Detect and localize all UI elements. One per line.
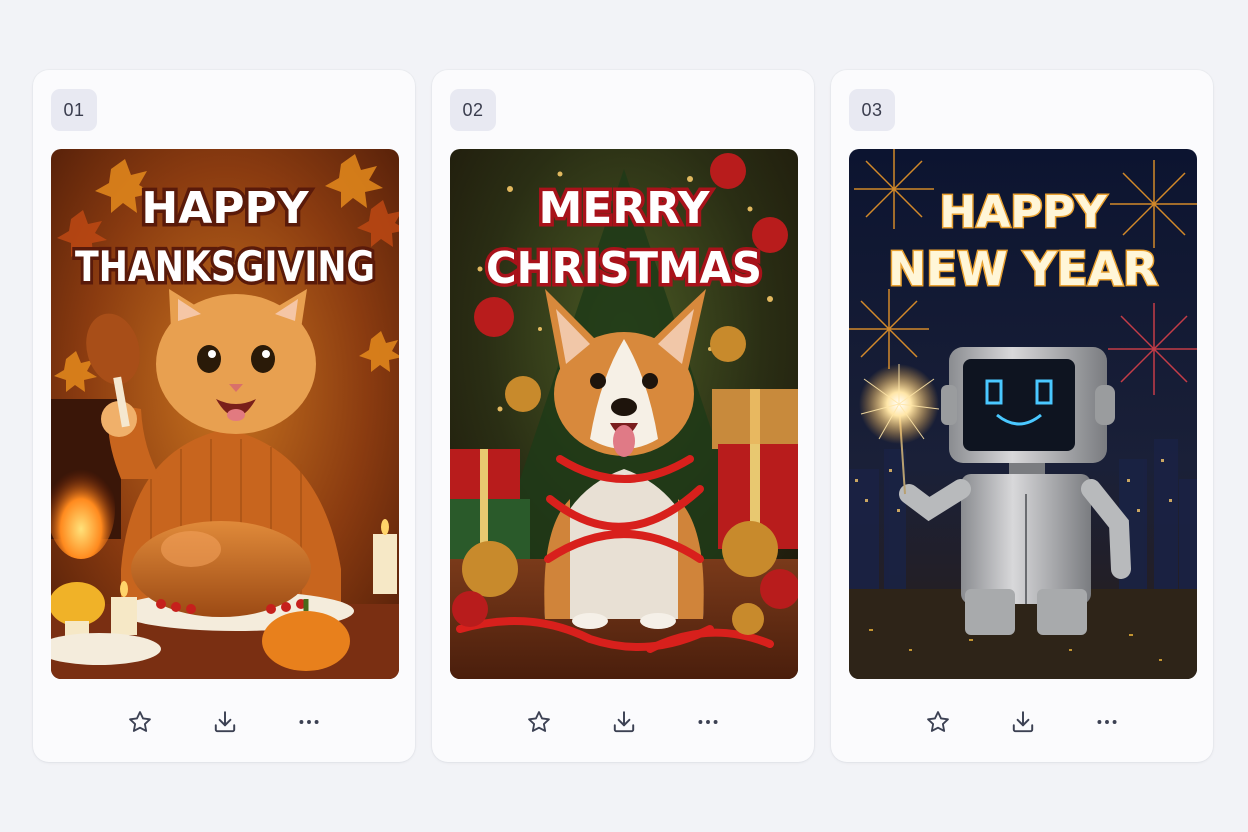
card-image-christmas-corgi[interactable]: MERRY CHRISTMAS — [450, 149, 798, 679]
greeting-line1: MERRY — [538, 183, 710, 234]
more-icon — [299, 720, 319, 724]
greeting-line2: CHRISTMAS — [486, 243, 762, 294]
greeting-line2: NEW YEAR — [888, 242, 1158, 296]
more-icon — [698, 720, 718, 724]
image-card-christmas[interactable]: 02 MERRY CHRISTMAS — [432, 70, 814, 762]
star-icon — [129, 711, 151, 732]
greeting-line1: HAPPY — [939, 187, 1107, 238]
favorite-button[interactable] — [521, 704, 557, 740]
more-options-button[interactable] — [1089, 704, 1125, 740]
greeting-line1: HAPPY — [141, 183, 309, 234]
greeting-line2: THANKSGIVING — [75, 242, 375, 291]
card-actions — [432, 704, 814, 740]
favorite-button[interactable] — [920, 704, 956, 740]
download-icon — [214, 711, 236, 733]
star-icon — [927, 711, 949, 732]
more-options-button[interactable] — [291, 704, 327, 740]
card-gallery: 01 HAPPY THANKSGIVING 02 MERRY CHRISTMAS… — [0, 0, 1248, 832]
download-icon — [613, 711, 635, 733]
card-number-badge: 03 — [849, 89, 895, 131]
card-actions — [831, 704, 1213, 740]
download-button[interactable] — [1005, 704, 1041, 740]
card-number-badge: 02 — [450, 89, 496, 131]
card-image-new-year-robot[interactable]: HAPPY NEW YEAR — [849, 149, 1197, 679]
card-actions — [33, 704, 415, 740]
more-icon — [1097, 720, 1117, 724]
star-icon — [528, 711, 550, 732]
download-button[interactable] — [207, 704, 243, 740]
card-number-badge: 01 — [51, 89, 97, 131]
download-icon — [1012, 711, 1034, 733]
image-card-thanksgiving[interactable]: 01 HAPPY THANKSGIVING — [33, 70, 415, 762]
favorite-button[interactable] — [122, 704, 158, 740]
card-image-thanksgiving-cat[interactable]: HAPPY THANKSGIVING — [51, 149, 399, 679]
download-button[interactable] — [606, 704, 642, 740]
more-options-button[interactable] — [690, 704, 726, 740]
image-card-new-year[interactable]: 03 HAPPY NEW YEAR — [831, 70, 1213, 762]
